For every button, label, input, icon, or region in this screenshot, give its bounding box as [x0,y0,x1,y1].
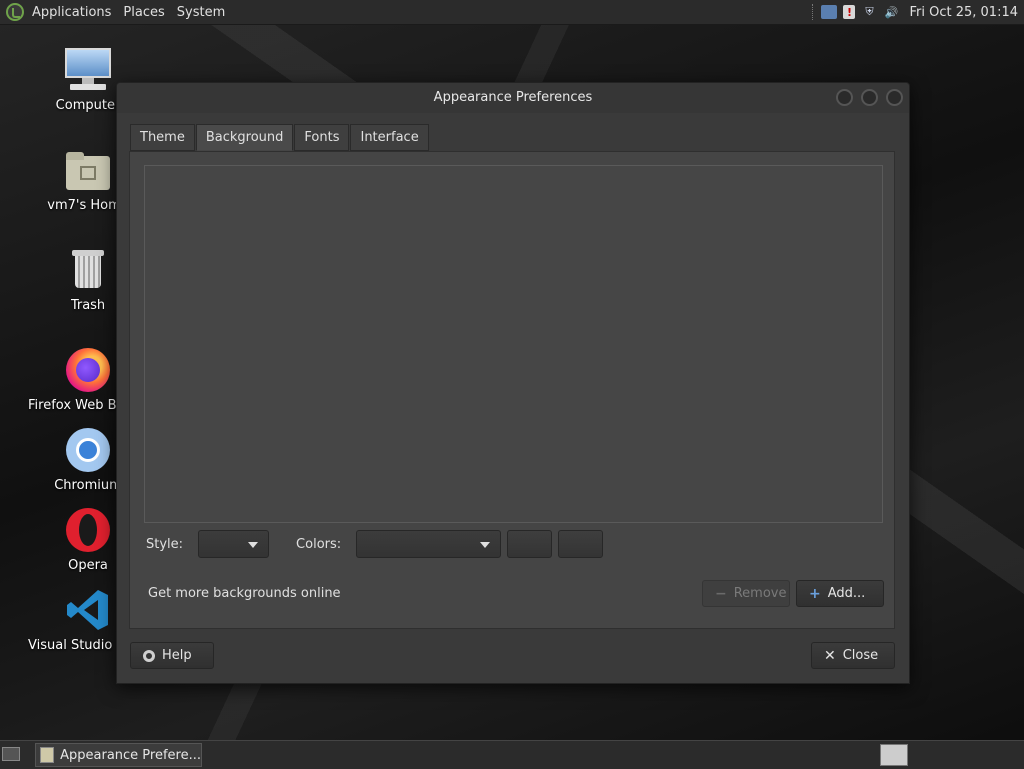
menu-system[interactable]: System [177,5,233,20]
minus-icon: − [715,585,727,602]
help-button[interactable]: Help [130,642,214,669]
get-more-backgrounds-link[interactable]: Get more backgrounds online [148,586,341,601]
update-alert-icon[interactable]: ! [843,5,856,19]
colors-combo[interactable] [356,530,502,558]
chromium-icon [64,426,112,474]
secondary-color-button[interactable] [558,530,604,558]
opera-icon [64,506,112,554]
help-icon [143,649,155,662]
clock[interactable]: Fri Oct 25, 01:14 [909,5,1018,20]
remove-button[interactable]: − Remove [702,580,790,607]
tab-bar: Theme Background Fonts Interface [130,124,430,151]
style-colors-row: Style: Colors: [146,529,604,559]
chevron-down-icon [480,542,491,548]
shield-icon[interactable]: ⛨ [861,5,877,19]
actions-row: Get more backgrounds online − Remove + A… [146,580,884,608]
window-titlebar[interactable]: Appearance Preferences [117,83,909,113]
appearance-app-icon [40,747,55,763]
tab-interface[interactable]: Interface [350,124,429,151]
workspace-switcher[interactable] [880,744,908,766]
style-label: Style: [146,536,184,552]
network-icon[interactable] [821,5,838,19]
mint-menu-icon[interactable] [6,3,24,21]
close-window-button[interactable] [886,89,903,106]
menu-applications[interactable]: Applications [32,5,119,20]
show-desktop-icon[interactable] [2,747,20,761]
close-button-label: Close [842,648,879,663]
top-panel: Applications Places System ! ⛨ 🔊 Fri Oct… [0,0,1024,25]
home-folder-icon [64,146,112,194]
maximize-button[interactable] [861,89,878,106]
firefox-icon [64,346,112,394]
bottom-panel: Appearance Prefere... [0,740,1024,769]
tab-theme[interactable]: Theme [130,124,195,151]
tab-background[interactable]: Background [195,124,294,151]
taskbar-item-label: Appearance Prefere... [60,747,201,763]
desktop-icon-label: Computer [55,98,121,113]
window-title: Appearance Preferences [433,90,593,105]
volume-icon[interactable]: 🔊 [883,5,899,19]
plus-icon: + [809,585,821,602]
primary-color-button[interactable] [507,530,553,558]
remove-button-label: Remove [733,586,787,601]
background-list[interactable] [144,165,883,523]
menu-places[interactable]: Places [123,5,172,20]
colors-label: Colors: [296,536,342,552]
chevron-down-icon [248,542,259,548]
appearance-preferences-window: Appearance Preferences Theme Background … [116,82,910,684]
desktop-icon-label: Opera [68,558,108,573]
style-combo[interactable] [198,530,270,558]
close-button[interactable]: ✕ Close [811,642,895,669]
system-tray: ! ⛨ 🔊 Fri Oct 25, 01:14 [812,0,1018,24]
desktop-icon-label: Trash [70,298,106,313]
desktop-icon-label: Chromium [54,478,122,493]
add-button[interactable]: + Add... [796,580,884,607]
tray-separator [812,4,815,20]
taskbar-item-appearance[interactable]: Appearance Prefere... [35,743,202,767]
minimize-button[interactable] [836,89,853,106]
tab-fonts[interactable]: Fonts [294,124,350,151]
background-tab-panel: Style: Colors: Get more backgrounds onli… [129,151,895,629]
computer-icon [64,46,112,94]
add-button-label: Add... [827,586,866,601]
help-button-label: Help [162,648,192,663]
close-icon: ✕ [824,647,836,664]
trash-icon [64,246,112,294]
vscode-icon [64,586,112,634]
